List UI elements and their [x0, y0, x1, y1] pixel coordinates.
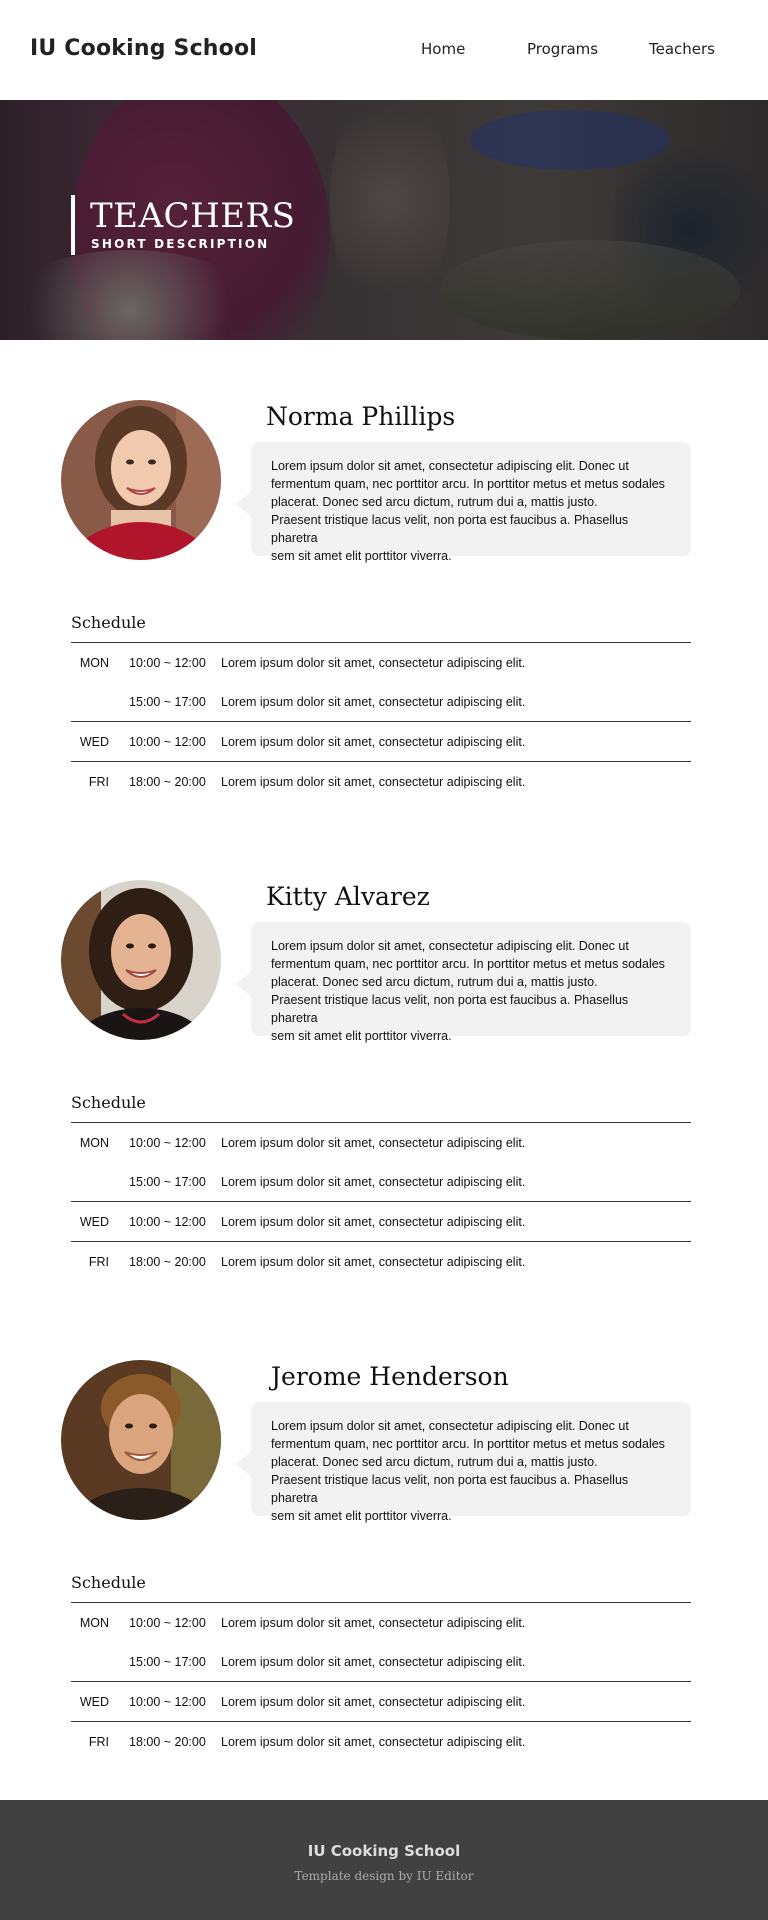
- schedule-desc: Lorem ipsum dolor sit amet, consectetur …: [221, 695, 526, 709]
- schedule-day: FRI: [88, 775, 109, 789]
- bio-line: Lorem ipsum dolor sit amet, consectetur …: [271, 1419, 629, 1433]
- nav-teachers[interactable]: Teachers: [649, 40, 715, 58]
- footer-title: IU Cooking School: [307, 1842, 461, 1860]
- schedule-desc: Lorem ipsum dolor sit amet, consectetur …: [221, 735, 526, 749]
- hero-subtitle: SHORT DESCRIPTION: [91, 237, 270, 251]
- site-header: IU Cooking School Home Programs Teachers: [0, 0, 768, 100]
- table-row: 15:00 ~ 17:00 Lorem ipsum dolor sit amet…: [71, 1642, 691, 1681]
- table-row: WED 10:00 ~ 12:00 Lorem ipsum dolor sit …: [71, 1682, 691, 1721]
- teacher-bio: Lorem ipsum dolor sit amet, consectetur …: [235, 1402, 691, 1523]
- footer-credit: Template design by IU Editor: [294, 1869, 474, 1883]
- schedule-table: MON 10:00 ~ 12:00 Lorem ipsum dolor sit …: [71, 642, 691, 801]
- schedule-day: WED: [79, 1695, 109, 1709]
- schedule-day: WED: [79, 735, 109, 749]
- nav-programs[interactable]: Programs: [527, 40, 598, 58]
- schedule-time: 18:00 ~ 20:00: [129, 1735, 206, 1749]
- schedule-day: MON: [79, 1616, 109, 1630]
- table-row: FRI 18:00 ~ 20:00 Lorem ipsum dolor sit …: [71, 1242, 691, 1281]
- table-row: MON 10:00 ~ 12:00 Lorem ipsum dolor sit …: [71, 1603, 691, 1642]
- site-logo[interactable]: IU Cooking School: [30, 36, 257, 61]
- schedule-desc: Lorem ipsum dolor sit amet, consectetur …: [221, 1695, 526, 1709]
- teacher-section: Jerome Henderson Lorem ipsum dolor sit a…: [0, 1360, 768, 1780]
- teacher-name: Kitty Alvarez: [266, 882, 430, 911]
- schedule-time: 15:00 ~ 17:00: [129, 1655, 206, 1669]
- bio-line: sem sit amet elit porttitor viverra.: [271, 1509, 452, 1523]
- table-row: WED 10:00 ~ 12:00 Lorem ipsum dolor sit …: [71, 1202, 691, 1241]
- schedule-time: 10:00 ~ 12:00: [129, 1616, 206, 1630]
- schedule-title: Schedule: [71, 1573, 146, 1592]
- schedule-time: 10:00 ~ 12:00: [129, 735, 206, 749]
- schedule-time: 10:00 ~ 12:00: [129, 656, 206, 670]
- schedule-title: Schedule: [71, 613, 146, 632]
- teacher-name: Norma Phillips: [266, 402, 456, 431]
- teacher-name: Jerome Henderson: [271, 1362, 509, 1391]
- table-row: 15:00 ~ 17:00 Lorem ipsum dolor sit amet…: [71, 1162, 691, 1201]
- nav-home[interactable]: Home: [421, 40, 465, 58]
- bio-line: placerat. Donec sed arcu dictum, rutrum …: [271, 495, 598, 509]
- schedule-desc: Lorem ipsum dolor sit amet, consectetur …: [221, 775, 526, 789]
- hero-accent-bar: [71, 195, 75, 255]
- bio-line: Praesent tristique lacus velit, non port…: [271, 1473, 629, 1505]
- hero-title: TEACHERS: [90, 196, 296, 236]
- teacher-photo: [61, 1360, 221, 1520]
- table-row: FRI 18:00 ~ 20:00 Lorem ipsum dolor sit …: [71, 1722, 691, 1761]
- schedule-desc: Lorem ipsum dolor sit amet, consectetur …: [221, 1136, 526, 1150]
- site-footer: IU Cooking School Template design by IU …: [0, 1800, 768, 1920]
- bio-line: Praesent tristique lacus velit, non port…: [271, 993, 629, 1025]
- bio-line: fermentum quam, nec porttitor arcu. In p…: [271, 1437, 665, 1451]
- schedule-desc: Lorem ipsum dolor sit amet, consectetur …: [221, 1616, 526, 1630]
- schedule-day: FRI: [88, 1735, 109, 1749]
- schedule-desc: Lorem ipsum dolor sit amet, consectetur …: [221, 1655, 526, 1669]
- schedule-time: 10:00 ~ 12:00: [129, 1695, 206, 1709]
- teacher-bio: Lorem ipsum dolor sit amet, consectetur …: [235, 442, 691, 563]
- schedule-desc: Lorem ipsum dolor sit amet, consectetur …: [221, 1735, 526, 1749]
- teacher-photo: [61, 880, 221, 1040]
- schedule-desc: Lorem ipsum dolor sit amet, consectetur …: [221, 1255, 526, 1269]
- schedule-day: FRI: [88, 1255, 109, 1269]
- teacher-photo: [61, 400, 221, 560]
- table-row: WED 10:00 ~ 12:00 Lorem ipsum dolor sit …: [71, 722, 691, 761]
- schedule-desc: Lorem ipsum dolor sit amet, consectetur …: [221, 1215, 526, 1229]
- schedule-day: MON: [79, 656, 109, 670]
- schedule-time: 18:00 ~ 20:00: [129, 1255, 206, 1269]
- bio-line: Lorem ipsum dolor sit amet, consectetur …: [271, 459, 629, 473]
- schedule-day: MON: [79, 1136, 109, 1150]
- schedule-time: 10:00 ~ 12:00: [129, 1215, 206, 1229]
- table-row: 15:00 ~ 17:00 Lorem ipsum dolor sit amet…: [71, 682, 691, 721]
- schedule-time: 15:00 ~ 17:00: [129, 1175, 206, 1189]
- bio-line: sem sit amet elit porttitor viverra.: [271, 549, 452, 563]
- schedule-table: MON 10:00 ~ 12:00 Lorem ipsum dolor sit …: [71, 1602, 691, 1761]
- bio-line: fermentum quam, nec porttitor arcu. In p…: [271, 477, 665, 491]
- teacher-avatar: [61, 880, 221, 1040]
- schedule-time: 18:00 ~ 20:00: [129, 775, 206, 789]
- teacher-avatar: [61, 400, 221, 560]
- bio-line: sem sit amet elit porttitor viverra.: [271, 1029, 452, 1043]
- teacher-section: Norma Phillips Lorem ipsum dolor sit ame…: [0, 400, 768, 820]
- schedule-title: Schedule: [71, 1093, 146, 1112]
- schedule-day: WED: [79, 1215, 109, 1229]
- bio-line: Praesent tristique lacus velit, non port…: [271, 513, 629, 545]
- table-row: MON 10:00 ~ 12:00 Lorem ipsum dolor sit …: [71, 643, 691, 682]
- teacher-avatar: [61, 1360, 221, 1520]
- schedule-desc: Lorem ipsum dolor sit amet, consectetur …: [221, 656, 526, 670]
- table-row: MON 10:00 ~ 12:00 Lorem ipsum dolor sit …: [71, 1123, 691, 1162]
- teacher-bio: Lorem ipsum dolor sit amet, consectetur …: [235, 922, 691, 1043]
- bio-line: placerat. Donec sed arcu dictum, rutrum …: [271, 1455, 598, 1469]
- teacher-section: Kitty Alvarez Lorem ipsum dolor sit amet…: [0, 880, 768, 1300]
- schedule-time: 15:00 ~ 17:00: [129, 695, 206, 709]
- schedule-time: 10:00 ~ 12:00: [129, 1136, 206, 1150]
- schedule-desc: Lorem ipsum dolor sit amet, consectetur …: [221, 1175, 526, 1189]
- schedule-table: MON 10:00 ~ 12:00 Lorem ipsum dolor sit …: [71, 1122, 691, 1281]
- bio-line: placerat. Donec sed arcu dictum, rutrum …: [271, 975, 598, 989]
- table-row: FRI 18:00 ~ 20:00 Lorem ipsum dolor sit …: [71, 762, 691, 801]
- bio-line: fermentum quam, nec porttitor arcu. In p…: [271, 957, 665, 971]
- bio-line: Lorem ipsum dolor sit amet, consectetur …: [271, 939, 629, 953]
